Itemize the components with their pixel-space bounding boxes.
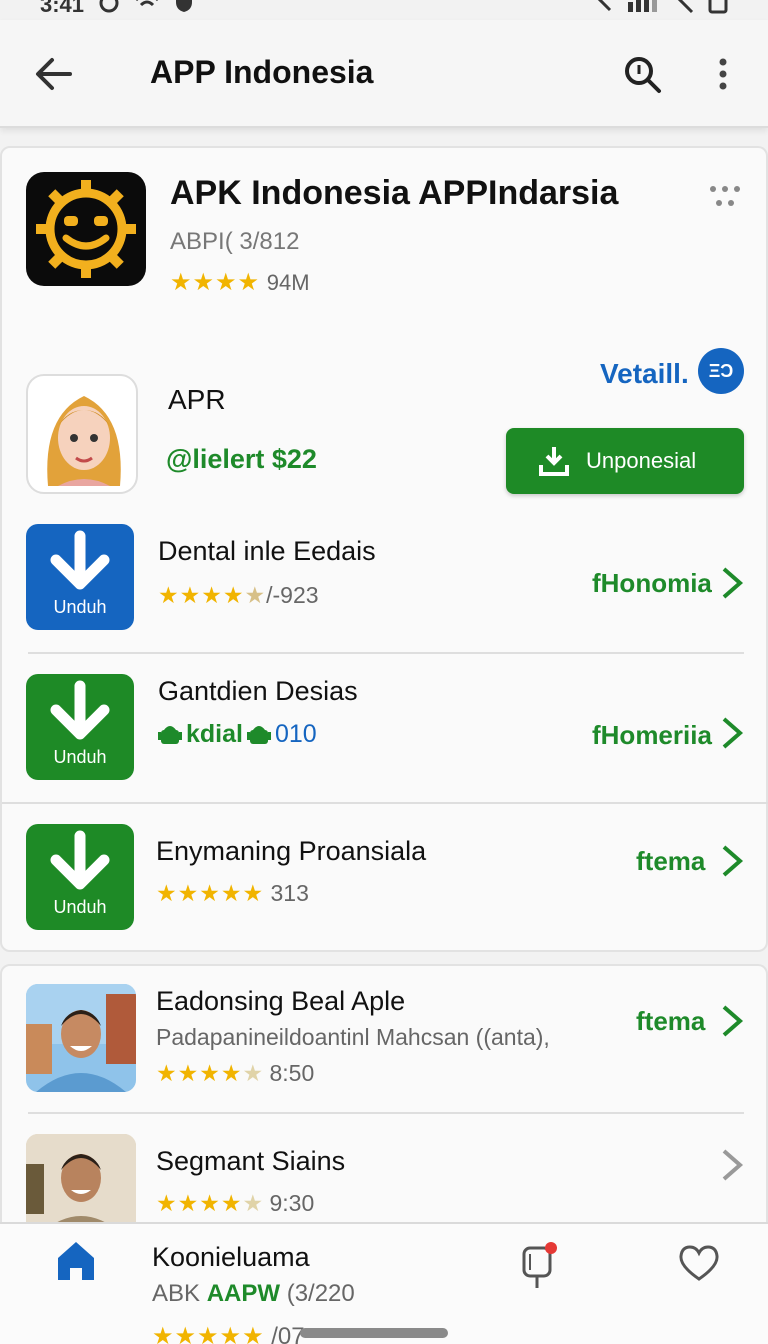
person-photo[interactable]	[26, 984, 136, 1092]
rating-stars: ★★★★★	[156, 880, 265, 906]
app-title[interactable]: Dental inle Eedais	[158, 536, 376, 567]
more-vertical-icon[interactable]	[706, 54, 740, 94]
app-meta-blue: 010	[274, 720, 317, 748]
chevron-right-icon[interactable]	[720, 716, 744, 750]
app-icon-download[interactable]: Unduh	[26, 524, 134, 630]
person-title[interactable]: Eadonsing Beal Aple	[156, 986, 405, 1017]
nav-sub-green: AAPW	[206, 1280, 281, 1307]
app-title[interactable]: Enymaning Proansiala	[156, 836, 426, 867]
rating-count: 94M	[266, 270, 310, 295]
app-icon-download[interactable]: Unduh	[26, 824, 134, 930]
row-divider	[28, 1112, 744, 1114]
man-portrait-icon	[26, 1134, 136, 1234]
detail-link[interactable]: Vetaill.	[600, 358, 689, 390]
status-time: 3:41	[40, 0, 85, 17]
featured-app-subtitle: ABPI( 3/812	[170, 228, 300, 255]
app-action-link[interactable]: fHomeriia	[592, 720, 712, 751]
shield-icon	[176, 0, 193, 12]
app-title[interactable]: Gantdien Desias	[158, 676, 358, 707]
clock-icon	[99, 0, 119, 13]
heart-icon[interactable]	[678, 1244, 720, 1282]
search-icon[interactable]	[622, 54, 662, 94]
app-rating: ★★★★★/-923	[158, 582, 319, 609]
nav-item-subtitle: ABK AAPW (3/220	[152, 1280, 355, 1308]
rating-stars: ★★★★★	[152, 1323, 265, 1344]
person-rating: ★★★★★ 9:30	[156, 1190, 314, 1217]
app-icon-label: Unduh	[53, 597, 107, 617]
rating-stars: ★★★★	[156, 1190, 243, 1216]
app-meta-green: kdial	[186, 720, 243, 748]
nav-sub-tail: (3/220	[286, 1280, 355, 1307]
half-star: ★	[244, 582, 267, 608]
featured-app-icon[interactable]	[26, 172, 146, 286]
rating-count: 313	[270, 880, 309, 906]
app-meta: kdial 010	[158, 720, 317, 749]
person-action-link[interactable]: ftema	[636, 1006, 705, 1037]
rating-count: 8:50	[269, 1060, 315, 1086]
arrow-left-icon[interactable]	[34, 54, 74, 94]
app-bar: APP Indonesia	[0, 20, 768, 128]
empty-star: ★	[242, 1060, 264, 1086]
status-bar: 3:41	[0, 0, 768, 20]
row-divider	[28, 652, 744, 654]
detail-badge-label: ΞϽ	[708, 360, 734, 381]
page-title: APP Indonesia	[150, 54, 374, 90]
download-arrow-icon	[50, 680, 110, 740]
install-button-label: Unponesial	[586, 448, 697, 473]
rating-count: /-923	[266, 582, 319, 608]
rating-stars: ★★★★	[156, 1060, 243, 1086]
rating-stars: ★★★★	[158, 582, 245, 608]
app-icon-label: Unduh	[53, 897, 107, 917]
nav-item-rating: ★★★★★ /07	[152, 1322, 305, 1344]
chevron-right-icon[interactable]	[720, 844, 744, 878]
row-divider	[2, 802, 768, 804]
battery-icon	[708, 0, 728, 14]
person-photo[interactable]	[26, 1134, 136, 1234]
person-title[interactable]: Segmant Siains	[156, 1146, 345, 1177]
empty-star: ★	[242, 1190, 264, 1216]
home-icon[interactable]	[56, 1240, 96, 1282]
avatar[interactable]	[26, 374, 138, 494]
app-action-link[interactable]: ftema	[636, 846, 705, 877]
more-dots-icon[interactable]	[708, 184, 742, 208]
smiley-gear-icon	[36, 180, 136, 278]
chevron-right-icon[interactable]	[720, 1004, 744, 1038]
hijab-avatar-icon	[47, 396, 121, 486]
person-rating: ★★★★★ 8:50	[156, 1060, 314, 1087]
cellular-icon	[628, 0, 657, 12]
detail-badge[interactable]: ΞϽ	[698, 348, 744, 394]
wifi-icon	[136, 0, 159, 7]
featured-app-title[interactable]: APK Indonesia APPIndarsia	[170, 174, 618, 213]
rating-stars: ★★★★	[170, 269, 261, 296]
person-desc: Padapanineildoantinl Mahcsan ((anta),	[156, 1024, 550, 1050]
featured-rating: ★★★★ 94M	[170, 268, 310, 297]
download-arrow-icon	[50, 530, 110, 590]
chevron-right-icon[interactable]	[720, 566, 744, 600]
android-icon	[246, 725, 271, 744]
man-portrait-icon	[26, 984, 136, 1092]
promo-app-name[interactable]: APR	[168, 384, 226, 416]
app-icon-download[interactable]: Unduh	[26, 674, 134, 780]
nav-sub-plain: ABK	[152, 1280, 201, 1307]
download-icon	[539, 447, 569, 476]
chevron-right-icon[interactable]	[720, 1148, 744, 1182]
app-action-link[interactable]: fHonomia	[592, 568, 712, 599]
rating-count: 9:30	[269, 1190, 315, 1216]
signal-icon	[597, 0, 612, 12]
nav-item-title[interactable]: Koonieluama	[152, 1242, 310, 1273]
mute-icon	[677, 0, 694, 14]
bottom-navigation: Koonieluama ABK AAPW (3/220 ★★★★★ /07	[0, 1222, 768, 1344]
app-rating: ★★★★★ 313	[156, 880, 309, 907]
mailbox-icon[interactable]	[520, 1240, 560, 1290]
app-icon-label: Unduh	[53, 747, 107, 767]
promo-price: @lielert $22	[166, 444, 317, 474]
install-button[interactable]: Unponesial	[506, 428, 744, 494]
apps-card: APK Indonesia APPIndarsia ABPI( 3/812 ★★…	[0, 146, 768, 952]
android-icon	[158, 725, 182, 744]
home-gesture-bar[interactable]	[300, 1328, 448, 1338]
download-arrow-icon	[50, 830, 110, 890]
